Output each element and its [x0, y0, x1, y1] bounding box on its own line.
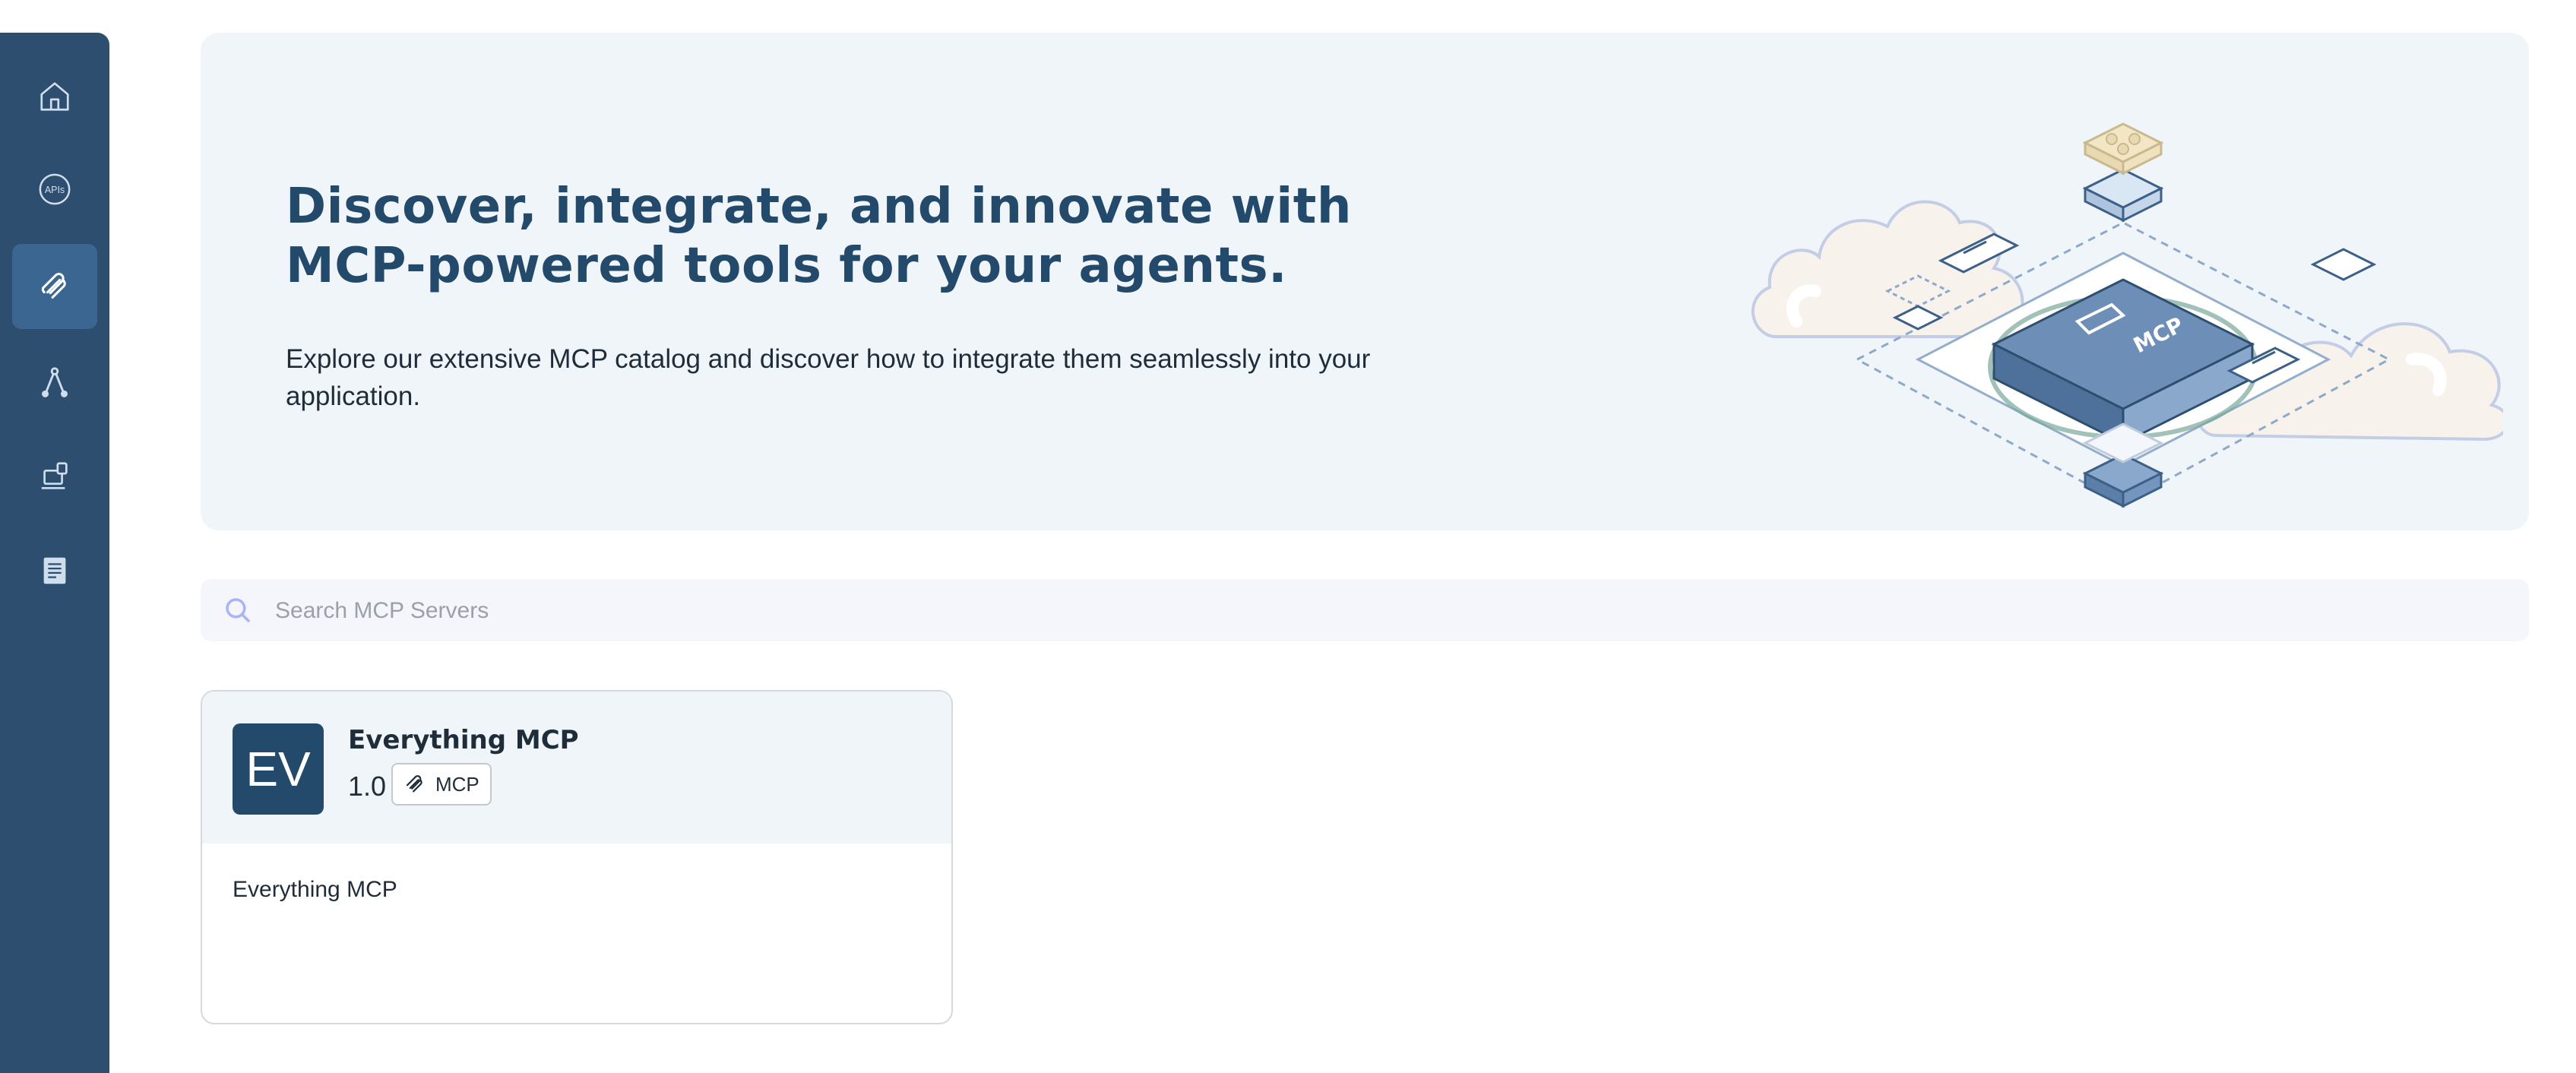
- mcp-icon: [41, 273, 66, 299]
- cloud-left: [1751, 200, 2024, 338]
- mcp-server-card[interactable]: EV Everything MCP 1.0 MCP Everything MCP: [201, 690, 953, 1024]
- hero-banner: Discover, integrate, and innovate with M…: [201, 33, 2529, 530]
- mcp-tag-badge: MCP: [391, 763, 492, 806]
- brick-bottom: [2082, 423, 2164, 508]
- card-title: Everything MCP: [348, 725, 579, 755]
- docs-icon: [43, 557, 66, 584]
- search-icon: [226, 598, 250, 622]
- nav-docs[interactable]: [12, 528, 97, 613]
- search-bar: [201, 579, 2529, 643]
- hero-subtitle: Explore our extensive MCP catalog and di…: [286, 344, 1371, 411]
- home-icon: [40, 82, 69, 111]
- nav-apis[interactable]: APIs: [12, 147, 97, 232]
- nav-home[interactable]: [12, 54, 97, 139]
- nav-portal[interactable]: [12, 434, 97, 519]
- flow-icon: [42, 367, 68, 397]
- apis-icon-label: APIs: [45, 185, 65, 195]
- mcp-illustration: MCP: [1751, 122, 2503, 508]
- card-description: Everything MCP: [233, 877, 397, 902]
- portal-icon: [41, 462, 68, 489]
- card-version: 1.0: [348, 771, 387, 802]
- search-input[interactable]: [274, 579, 2480, 643]
- hero-title: Discover, integrate, and innovate with M…: [286, 179, 1352, 294]
- nav-flow[interactable]: [12, 340, 97, 425]
- brick-top: [2082, 122, 2164, 223]
- tag-label: MCP: [435, 772, 479, 796]
- nav-mcp[interactable]: [12, 244, 97, 329]
- avatar: EV: [233, 723, 324, 815]
- mcp-icon: [406, 775, 422, 793]
- apis-icon: APIs: [39, 173, 71, 205]
- sidebar: APIs: [0, 33, 109, 1073]
- card-header: EV Everything MCP 1.0 MCP: [202, 692, 951, 844]
